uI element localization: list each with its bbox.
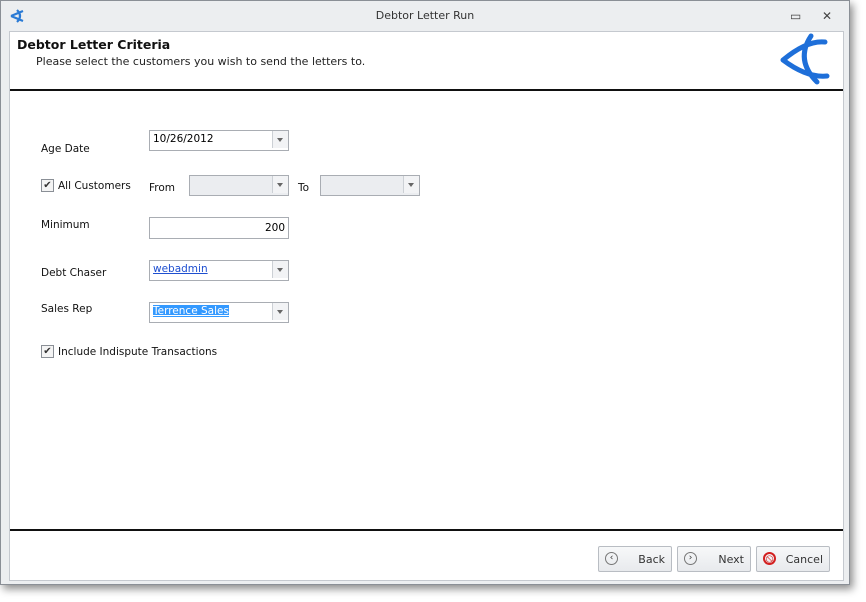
sales-rep-label: Sales Rep	[41, 303, 93, 315]
dialog-window: Debtor Letter Run ▭ ✕ Debtor Letter Crit…	[0, 0, 850, 585]
chevron-down-icon[interactable]	[272, 261, 288, 278]
back-button[interactable]: ‹ Back	[598, 546, 672, 572]
to-customer-combo[interactable]	[320, 175, 420, 196]
page-subtitle: Please select the customers you wish to …	[36, 55, 366, 68]
age-date-picker[interactable]: 10/26/2012	[149, 130, 289, 151]
minimum-label: Minimum	[41, 219, 90, 231]
chevron-down-icon[interactable]	[403, 176, 419, 193]
from-label: From	[149, 182, 176, 194]
include-indispute-checkbox[interactable]: ✔	[41, 345, 54, 358]
chevron-down-icon[interactable]	[272, 176, 288, 193]
next-button[interactable]: › Next	[677, 546, 751, 572]
page-title: Debtor Letter Criteria	[17, 37, 171, 52]
debt-chaser-label: Debt Chaser	[41, 267, 107, 279]
cancel-button[interactable]: ⦸ Cancel	[756, 546, 830, 572]
all-customers-checkbox[interactable]: ✔	[41, 179, 54, 192]
chevron-down-icon[interactable]	[272, 131, 288, 148]
wizard-panel: Debtor Letter Criteria Please select the…	[9, 31, 844, 581]
footer-divider	[10, 529, 843, 531]
age-date-label: Age Date	[41, 143, 90, 155]
header-divider	[10, 89, 843, 91]
close-button[interactable]: ✕	[822, 9, 832, 23]
sales-rep-combo[interactable]: Terrence Sales	[149, 302, 289, 323]
title-bar: Debtor Letter Run	[1, 1, 849, 31]
all-customers-label: All Customers	[58, 180, 131, 192]
brand-logo-icon	[780, 33, 830, 85]
from-customer-combo[interactable]	[189, 175, 289, 196]
debt-chaser-combo[interactable]: webadmin	[149, 260, 289, 281]
minimum-input[interactable]: 200	[149, 217, 289, 239]
to-label: To	[298, 182, 310, 194]
app-logo-icon	[10, 9, 24, 23]
include-indispute-label: Include Indispute Transactions	[58, 346, 218, 358]
window-title: Debtor Letter Run	[375, 9, 475, 22]
chevron-down-icon[interactable]	[272, 303, 288, 320]
restore-button[interactable]: ▭	[790, 9, 801, 23]
